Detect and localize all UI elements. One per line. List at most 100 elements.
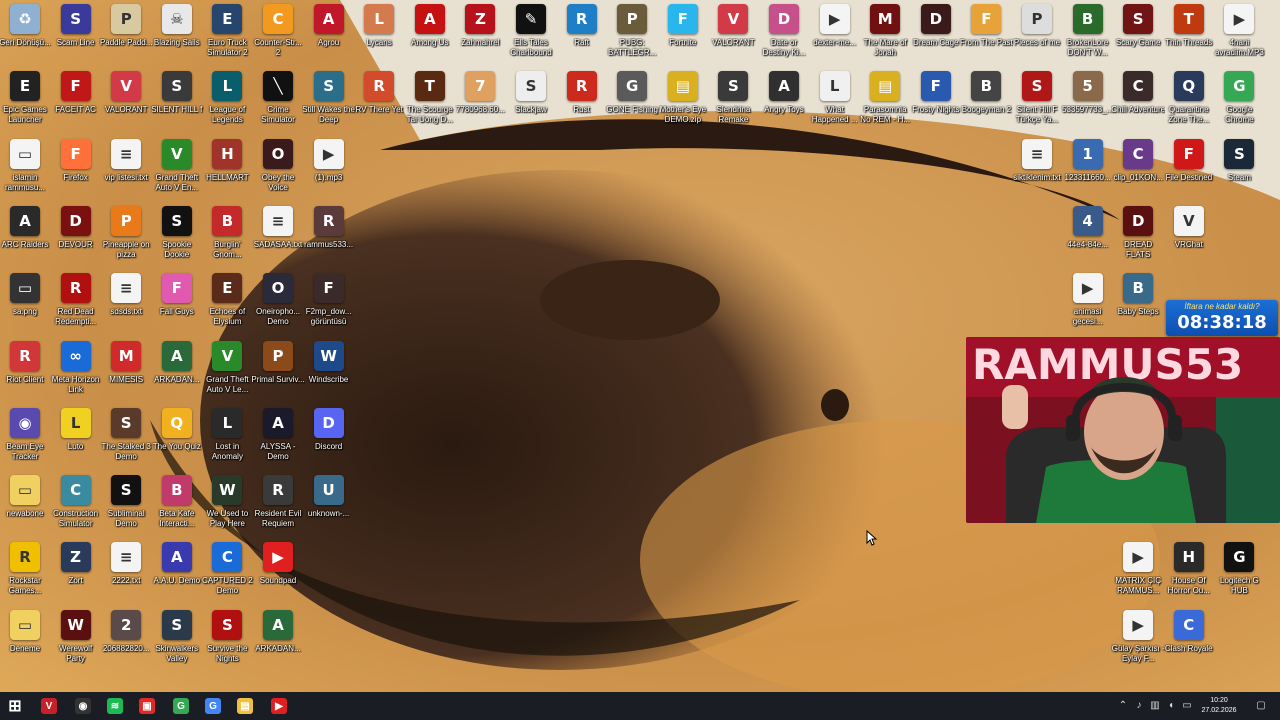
desktop-shortcut[interactable]: R RV There Yet xyxy=(354,67,404,133)
desktop-shortcut[interactable]: ≡ siktiklenim.txt xyxy=(1012,135,1062,201)
desktop-shortcut[interactable]: ▭ islamin rammusu... xyxy=(0,135,50,201)
desktop-shortcut[interactable]: S Scam Line xyxy=(51,0,101,66)
desktop-shortcut[interactable]: G Logitech G HUB xyxy=(1214,538,1264,604)
desktop-shortcut[interactable]: 5 533597733_... xyxy=(1062,67,1113,133)
desktop-shortcut[interactable]: O Obey the Voice xyxy=(253,135,303,201)
desktop-shortcut[interactable]: M MIMESIS xyxy=(101,337,151,403)
taskbar-app-explorer[interactable]: ▤ xyxy=(234,696,256,716)
desktop-shortcut[interactable]: R Raft xyxy=(557,0,607,66)
notification-icon[interactable]: ▢ xyxy=(1254,698,1268,712)
desktop-shortcut[interactable]: F F2mp_dow... görüntüsü xyxy=(304,269,354,335)
desktop-shortcut[interactable]: S The Stalked 3 Demo xyxy=(101,404,151,470)
desktop-shortcut[interactable]: V VRChat xyxy=(1164,202,1214,268)
desktop-shortcut[interactable]: G Google Chrome xyxy=(1214,67,1264,133)
desktop-shortcut[interactable]: P Pineapple on pizza xyxy=(101,202,151,268)
desktop-shortcut[interactable]: R Rockstar Games... xyxy=(0,538,50,604)
desktop-shortcut[interactable]: B BrokenLore DON'T W... xyxy=(1063,0,1113,66)
desktop-shortcut[interactable]: T Thin Threads xyxy=(1164,0,1214,66)
desktop-shortcut[interactable]: L Lycans xyxy=(354,0,404,66)
desktop-shortcut[interactable]: C Construction Simulator xyxy=(51,471,101,537)
desktop-shortcut[interactable]: S Slendrina Remake xyxy=(708,67,758,133)
desktop-shortcut[interactable]: A ARKADAN... xyxy=(253,606,303,672)
desktop-shortcut[interactable]: S Subliminal Demo xyxy=(101,471,151,537)
desktop-shortcut[interactable]: V Grand Theft Auto V En... xyxy=(152,135,202,201)
desktop-shortcut[interactable]: A ALYSSA - Demo xyxy=(253,404,303,470)
desktop-shortcut[interactable]: A ARKADAN... xyxy=(152,337,202,403)
keyboard-icon[interactable]: ▭ xyxy=(1180,698,1194,712)
desktop-shortcut[interactable]: S Skinwalkers Valley xyxy=(152,606,202,672)
taskbar-app-youtube[interactable]: ▶ xyxy=(268,696,290,716)
desktop-shortcut[interactable]: ≡ 2222.txt xyxy=(101,538,151,604)
desktop-shortcut[interactable]: D Dream Cage xyxy=(911,0,961,66)
desktop-shortcut[interactable]: ╲ Crime Simulator xyxy=(253,67,303,133)
desktop-shortcut[interactable]: ▤ Mother's Eye DEMO.zip xyxy=(658,67,708,133)
desktop-shortcut[interactable]: L League of Legends xyxy=(202,67,252,133)
desktop-shortcut[interactable]: A Among Us xyxy=(405,0,455,66)
desktop-shortcut[interactable]: E Epic Games Launcher xyxy=(0,67,50,133)
start-button[interactable]: ⊞ xyxy=(4,696,26,716)
desktop-shortcut[interactable]: A Angry Toys xyxy=(759,67,809,133)
desktop-shortcut[interactable]: ▭ Deneme xyxy=(0,606,50,672)
desktop-shortcut[interactable]: ▶ 4nani avradiim.MP3 xyxy=(1214,0,1264,66)
desktop-shortcut[interactable]: D DEVOUR xyxy=(51,202,101,268)
taskbar-app-voicemeeter[interactable]: V xyxy=(38,696,60,716)
taskbar-app-spotify[interactable]: ≋ xyxy=(104,696,126,716)
desktop-shortcut[interactable]: 1 123311660... xyxy=(1063,135,1113,201)
desktop-shortcut[interactable]: ≡ sdsds.txt xyxy=(101,269,151,335)
desktop-shortcut[interactable]: ▤ Parasomnia No REM - H... xyxy=(860,67,910,133)
desktop-shortcut[interactable]: F Firefox xyxy=(51,135,101,201)
taskbar-app-obs[interactable]: ◉ xyxy=(72,696,94,716)
desktop-shortcut[interactable]: B Burglin' Gnom... xyxy=(202,202,252,268)
desktop-shortcut[interactable]: W We Used to Play Here xyxy=(202,471,252,537)
desktop-shortcut[interactable]: ▶ Gülay Şarkısı - Eylay F... xyxy=(1112,606,1165,672)
volume-icon[interactable]: ◖ xyxy=(1164,698,1178,712)
desktop-shortcut[interactable]: R Rust xyxy=(557,67,607,133)
desktop-shortcut[interactable]: Rrammus533... xyxy=(304,202,354,268)
desktop-shortcut[interactable]: C Chill Adventure xyxy=(1111,67,1165,133)
desktop-shortcut[interactable]: H House Of Horror Ou... xyxy=(1164,538,1214,604)
desktop-shortcut[interactable]: P PUBG: BATTLEGR... xyxy=(607,0,657,66)
desktop-shortcut[interactable]: S SILENT HILL f xyxy=(151,67,202,133)
desktop-shortcut[interactable]: D Discord xyxy=(304,404,354,470)
desktop-shortcut[interactable]: A Agrou xyxy=(304,0,354,66)
desktop-shortcut[interactable]: D Date or Destiny Ki... xyxy=(759,0,809,66)
chevron-up-icon[interactable]: ⌃ xyxy=(1116,698,1130,712)
desktop-shortcut[interactable]: R Riot Client xyxy=(0,337,50,403)
desktop-shortcut[interactable]: ▶ dexter-me... xyxy=(810,0,860,66)
desktop-shortcut[interactable]: E Echoes of Elysium xyxy=(202,269,252,335)
desktop-shortcut[interactable]: F Fortnite xyxy=(658,0,708,66)
desktop-shortcut[interactable]: Uunknown-... xyxy=(304,471,354,537)
desktop-shortcut[interactable]: S Survive the Nights xyxy=(202,606,252,672)
desktop-shortcut[interactable]: P Primal Surviv... xyxy=(251,337,305,403)
desktop-shortcut[interactable]: E Euro Truck Simulator 2 xyxy=(202,0,252,66)
desktop-shortcut[interactable]: C Clash Royale xyxy=(1164,606,1214,672)
desktop-shortcut[interactable]: B Boogeyman 2 xyxy=(961,67,1011,133)
desktop-shortcut[interactable]: S Silent Hill F Türkçe Ya... xyxy=(1012,67,1062,133)
desktop-shortcut[interactable]: L Lost in Anomaly xyxy=(202,404,252,470)
desktop-shortcut[interactable]: S Scary Game xyxy=(1113,0,1163,66)
desktop-shortcut[interactable]: V VALORANT xyxy=(708,0,758,66)
desktop-shortcut[interactable]: Z Zahmahrel xyxy=(455,0,505,66)
desktop-shortcut[interactable]: F FACEIT AC xyxy=(51,67,101,133)
desktop-shortcut[interactable]: W Werewolf Party xyxy=(51,606,101,672)
desktop-shortcut[interactable]: ▶ Soundpad xyxy=(253,538,303,604)
desktop-shortcut[interactable]: V VALORANT xyxy=(101,67,151,133)
desktop-shortcut[interactable]: F Frosty Nights xyxy=(911,67,961,133)
desktop-shortcut[interactable]: 2 206882820... xyxy=(101,606,151,672)
desktop-shortcut[interactable]: T The Scourge Tai Uong D... xyxy=(405,67,455,133)
desktop-shortcut[interactable]: L What Happened ... xyxy=(810,67,860,133)
desktop-shortcut[interactable]: C Counter-Str... 2 xyxy=(253,0,303,66)
network-icon[interactable]: ▥ xyxy=(1148,698,1162,712)
desktop-shortcut[interactable]: O Oneiropho... Demo xyxy=(253,269,303,335)
desktop-shortcut[interactable]: C CAPTURED 2 Demo xyxy=(202,538,253,604)
desktop-shortcut[interactable]: B Beta Kafe Interacti... xyxy=(152,471,202,537)
desktop-shortcut[interactable]: ▶ (1).mp3 xyxy=(304,135,354,201)
desktop-shortcut[interactable]: R Red Dead Redempti... xyxy=(51,269,101,335)
desktop-shortcut[interactable]: ▶ animasi gecesi... xyxy=(1063,269,1113,335)
taskbar-app-video-editor[interactable]: ▣ xyxy=(136,696,158,716)
desktop-shortcut[interactable]: 4 44e4-84e... xyxy=(1063,202,1113,268)
desktop-shortcut[interactable]: M The Mare of Jonah xyxy=(860,0,910,66)
desktop-shortcut[interactable]: 7 7780968.60... xyxy=(455,67,505,133)
desktop-shortcut[interactable]: Cclip_01KON... xyxy=(1113,135,1163,201)
desktop-shortcut[interactable]: Z Zort xyxy=(51,538,101,604)
